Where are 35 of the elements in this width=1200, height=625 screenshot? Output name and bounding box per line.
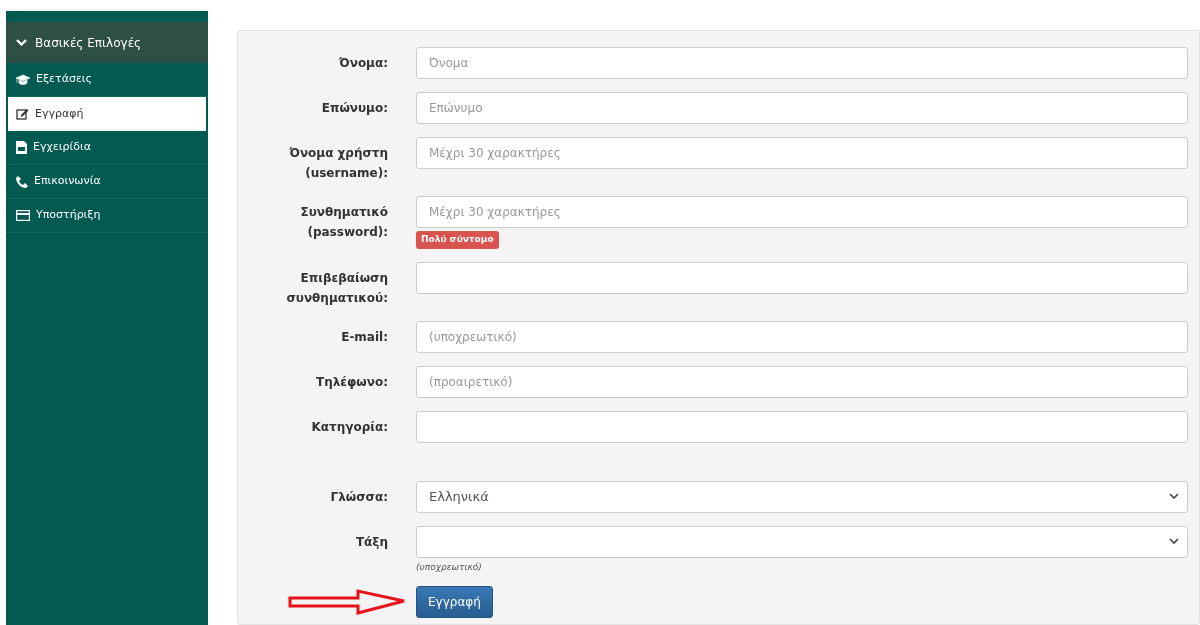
- dropdown[interactable]: [416, 525, 1188, 558]
- field-label: Τάξη: [354, 533, 388, 551]
- field-label: Όνομα:: [338, 55, 388, 72]
- text-field[interactable]: [416, 410, 1188, 443]
- error-badge: Πολύ σύντομο: [416, 231, 499, 249]
- text-field[interactable]: Μέχρι 30 χαρακτήρες: [416, 137, 1188, 169]
- chevron-down-icon: [1169, 493, 1179, 500]
- edit-icon: [16, 108, 29, 120]
- text-field[interactable]: Όνομα: [416, 47, 1188, 79]
- text-field[interactable]: Επώνυμο: [416, 92, 1188, 124]
- field-label: E-mail:: [340, 328, 388, 346]
- chevron-down-icon: [1169, 538, 1179, 545]
- phone-icon: [16, 175, 28, 188]
- sidebar-item[interactable]: Υποστήριξη: [6, 199, 208, 233]
- field-label: Γλώσσα:: [329, 488, 388, 506]
- field-label: Επιβεβαίωση συνθηματικού:: [285, 269, 388, 307]
- text-field[interactable]: Μέχρι 30 χαρακτήρες: [416, 196, 1188, 228]
- sidebar-item[interactable]: Επικοινωνία: [6, 165, 208, 199]
- sidebar-item[interactable]: Εγγραφή: [8, 97, 206, 131]
- hint-text: (υποχρεωτικό): [416, 560, 482, 574]
- sidebar-item[interactable]: Εγχειρίδια: [6, 131, 208, 165]
- field-label: Όνομα χρήστη (username):: [288, 145, 388, 182]
- field-label: Κατηγορία:: [310, 418, 388, 436]
- credit-card-icon: [16, 210, 30, 221]
- text-field[interactable]: (προαιρετικό): [416, 365, 1188, 398]
- dropdown[interactable]: Ελληνικά: [416, 480, 1188, 513]
- field-label: Επώνυμο:: [320, 100, 388, 117]
- sidebar-header[interactable]: Βασικές Επιλογές: [6, 22, 208, 63]
- text-field[interactable]: (υποχρεωτικό): [416, 320, 1188, 353]
- graduation-cap-icon: [16, 73, 30, 86]
- text-field[interactable]: [416, 261, 1188, 294]
- register-button[interactable]: Εγγραφή: [416, 586, 493, 618]
- field-label: Συνθηματικό (password):: [299, 204, 388, 241]
- field-label: Τηλέφωνο:: [314, 373, 388, 391]
- document-icon: [16, 141, 27, 154]
